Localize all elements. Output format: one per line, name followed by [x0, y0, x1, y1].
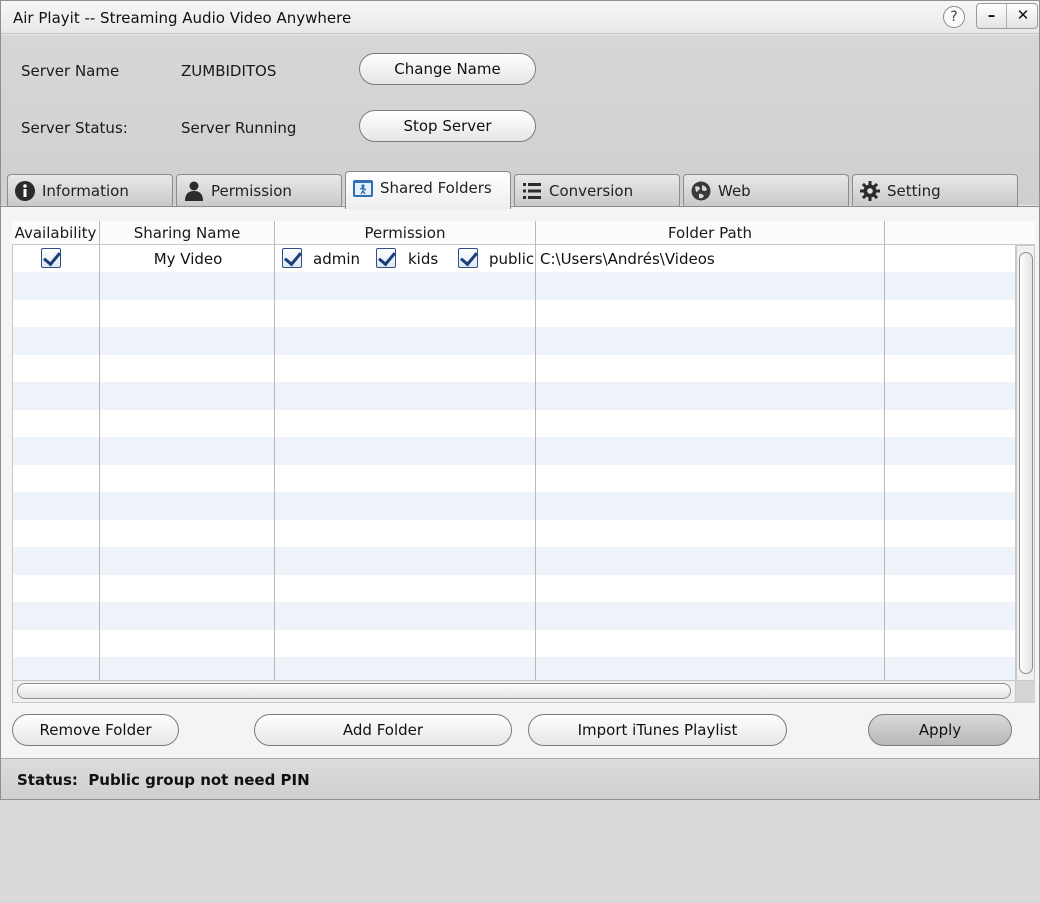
permission-public-checkbox[interactable] [458, 248, 478, 268]
scrollbar-corner [1016, 681, 1035, 703]
title-bar: Air Playit -- Streaming Audio Video Anyw… [1, 1, 1039, 34]
list-icon [523, 183, 541, 199]
vertical-scrollbar[interactable] [1016, 245, 1035, 681]
minimize-button[interactable]: – [977, 4, 1007, 28]
column-divider [884, 221, 885, 681]
horizontal-scrollbar[interactable] [12, 681, 1016, 703]
status-bar: Status: Public group not need PIN [1, 758, 1039, 799]
tab-label: Setting [887, 182, 941, 200]
tab-label: Permission [211, 182, 292, 200]
column-header-folder-path[interactable]: Folder Path [536, 224, 884, 242]
user-icon [185, 181, 203, 201]
table-header: Availability Sharing Name Permission Fol… [12, 221, 1035, 245]
column-divider [99, 221, 100, 681]
tab-label: Shared Folders [380, 179, 492, 197]
window-controls: – ✕ [976, 3, 1038, 29]
folder-path-cell: C:\Users\Andrés\Videos [540, 250, 715, 268]
app-window: Air Playit -- Streaming Audio Video Anyw… [0, 0, 1040, 800]
tab-label: Conversion [549, 182, 634, 200]
permission-kids-label: kids [408, 250, 439, 268]
horizontal-scroll-thumb[interactable] [17, 683, 1011, 699]
server-status-value: Server Running [181, 119, 297, 137]
remove-folder-button[interactable]: Remove Folder [12, 714, 179, 746]
tab-bar: Information Permission Shared Folders Co… [7, 171, 1033, 209]
change-name-button[interactable]: Change Name [359, 53, 536, 85]
column-header-availability[interactable]: Availability [12, 224, 99, 242]
table-row[interactable]: My Video admin kids public C:\Users\Andr… [13, 245, 1015, 272]
sharing-name-cell: My Video [153, 250, 223, 268]
shared-folders-table: Availability Sharing Name Permission Fol… [12, 221, 1035, 903]
apply-button[interactable]: Apply [868, 714, 1012, 746]
permission-kids-checkbox[interactable] [376, 248, 396, 268]
tab-permission[interactable]: Permission [176, 174, 342, 207]
column-header-sharing-name[interactable]: Sharing Name [100, 224, 274, 242]
tab-shared-folders[interactable]: Shared Folders [345, 171, 511, 209]
help-button[interactable]: ? [943, 6, 965, 28]
server-name-value: ZUMBIDITOS [181, 62, 277, 80]
globe-icon [691, 181, 711, 201]
permission-public-label: public [489, 250, 535, 268]
shared-folders-panel: Availability Sharing Name Permission Fol… [1, 206, 1039, 758]
window-title: Air Playit -- Streaming Audio Video Anyw… [13, 9, 352, 27]
tab-label: Information [42, 182, 129, 200]
column-divider [535, 221, 536, 681]
column-divider [274, 221, 275, 681]
availability-checkbox[interactable] [41, 248, 61, 268]
folder-share-icon [353, 180, 373, 197]
tab-label: Web [718, 182, 751, 200]
close-button[interactable]: ✕ [1008, 4, 1038, 28]
table-body: My Video admin kids public C:\Users\Andr… [12, 245, 1016, 681]
import-itunes-playlist-button[interactable]: Import iTunes Playlist [528, 714, 787, 746]
info-icon [15, 181, 35, 201]
server-name-label: Server Name [21, 62, 120, 80]
permission-admin-checkbox[interactable] [282, 248, 302, 268]
status-text: Status: Public group not need PIN [17, 771, 310, 789]
permission-admin-label: admin [313, 250, 360, 268]
server-status-label: Server Status: [21, 119, 128, 137]
column-header-permission[interactable]: Permission [275, 224, 535, 242]
vertical-scroll-thumb[interactable] [1019, 252, 1033, 674]
tab-information[interactable]: Information [7, 174, 173, 207]
tab-web[interactable]: Web [683, 174, 849, 207]
tab-conversion[interactable]: Conversion [514, 174, 680, 207]
tab-setting[interactable]: Setting [852, 174, 1018, 207]
gear-icon [860, 181, 880, 201]
stop-server-button[interactable]: Stop Server [359, 110, 536, 142]
add-folder-button[interactable]: Add Folder [254, 714, 512, 746]
